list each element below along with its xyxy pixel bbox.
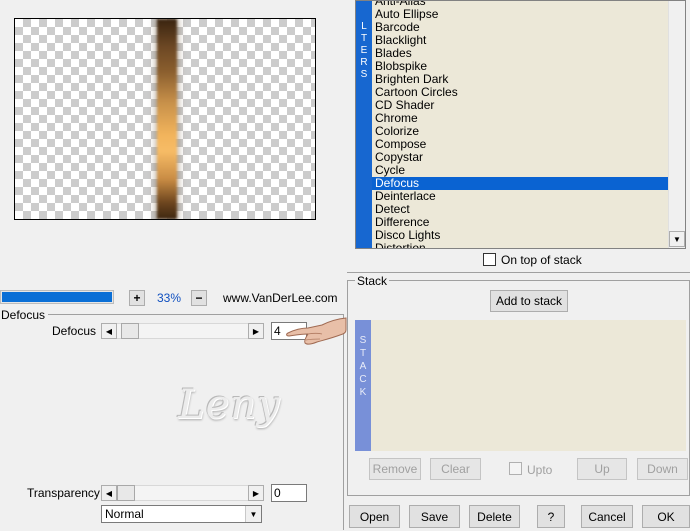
stack-list[interactable]: S T A C K bbox=[355, 320, 686, 451]
arrow-right-icon: ▶ bbox=[252, 326, 260, 336]
strip-letter: S bbox=[360, 69, 368, 80]
plus-icon: + bbox=[133, 291, 141, 305]
zoom-in-button[interactable]: + bbox=[129, 290, 145, 306]
help-button[interactable]: ? bbox=[537, 505, 565, 528]
upto-label: Upto bbox=[527, 463, 553, 477]
render-progress-fill bbox=[2, 292, 112, 302]
preview-image bbox=[157, 19, 177, 219]
minus-icon: − bbox=[195, 291, 203, 305]
stack-side-strip: S T A C K bbox=[355, 320, 371, 451]
transparency-slider-thumb[interactable] bbox=[117, 485, 135, 501]
on-top-of-stack-label: On top of stack bbox=[501, 253, 582, 267]
filter-item[interactable]: Distortion bbox=[372, 242, 669, 249]
filter-item[interactable]: Copystar bbox=[372, 151, 669, 164]
pointing-hand-icon bbox=[286, 317, 347, 345]
strip-letter: K bbox=[359, 387, 367, 398]
zoom-out-button[interactable]: − bbox=[191, 290, 207, 306]
stack-title: Stack bbox=[355, 274, 390, 288]
open-button[interactable]: Open bbox=[349, 505, 400, 528]
transparency-decrease-button[interactable]: ◀ bbox=[101, 485, 117, 501]
transparency-slider-track[interactable] bbox=[117, 485, 248, 501]
defocus-increase-button[interactable]: ▶ bbox=[248, 323, 264, 339]
cancel-button[interactable]: Cancel bbox=[581, 505, 633, 528]
divider bbox=[347, 272, 690, 273]
on-top-of-stack-checkbox[interactable] bbox=[483, 253, 496, 266]
transparency-value-input[interactable]: 0 bbox=[271, 484, 307, 502]
filter-item[interactable]: Blacklight bbox=[372, 34, 669, 47]
arrow-right-icon: ▶ bbox=[252, 488, 260, 498]
filter-list[interactable]: L T E R S Anti-Alias Auto Ellipse Barcode B… bbox=[355, 0, 686, 249]
defocus-slider-thumb[interactable] bbox=[121, 323, 139, 339]
watermark-signature: Leny bbox=[178, 382, 281, 428]
strip-letter: R bbox=[360, 57, 368, 68]
remove-button[interactable]: Remove bbox=[369, 458, 421, 480]
up-button[interactable]: Up bbox=[577, 458, 627, 480]
ok-button[interactable]: OK bbox=[642, 505, 690, 528]
strip-letter: T bbox=[359, 348, 367, 359]
arrow-down-icon: ▼ bbox=[673, 234, 681, 244]
defocus-label: Defocus bbox=[52, 324, 97, 338]
transparency-increase-button[interactable]: ▶ bbox=[248, 485, 264, 501]
strip-letter: T bbox=[360, 33, 368, 44]
down-button[interactable]: Down bbox=[637, 458, 688, 480]
defocus-decrease-button[interactable]: ◀ bbox=[101, 323, 117, 339]
dropdown-arrow-icon[interactable]: ▼ bbox=[245, 506, 261, 522]
preview-canvas[interactable] bbox=[14, 18, 316, 220]
filter-list-scrollbar[interactable]: ▼ bbox=[668, 1, 685, 248]
arrow-left-icon: ◀ bbox=[105, 326, 113, 336]
strip-letter: A bbox=[359, 361, 367, 372]
arrow-left-icon: ◀ bbox=[105, 488, 113, 498]
blend-mode-value: Normal bbox=[105, 507, 144, 521]
strip-letter: L bbox=[361, 21, 367, 32]
filters-side-strip: L T E R S bbox=[356, 1, 372, 248]
filter-item[interactable]: Deinterlace bbox=[372, 190, 669, 203]
scroll-down-button[interactable]: ▼ bbox=[669, 231, 685, 247]
save-button[interactable]: Save bbox=[409, 505, 460, 528]
render-progress-bar bbox=[0, 290, 114, 304]
website-link[interactable]: www.VanDerLee.com bbox=[223, 291, 338, 305]
strip-letter: E bbox=[360, 45, 368, 56]
watermark-text: Leny bbox=[178, 382, 281, 428]
strip-letter: C bbox=[359, 374, 367, 385]
upto-checkbox[interactable] bbox=[509, 462, 522, 475]
transparency-label: Transparency bbox=[27, 486, 100, 500]
zoom-level: 33% bbox=[157, 291, 182, 305]
params-group-label: Defocus bbox=[1, 308, 49, 322]
add-to-stack-button[interactable]: Add to stack bbox=[490, 290, 568, 312]
strip-letter: S bbox=[359, 335, 367, 346]
delete-button[interactable]: Delete bbox=[469, 505, 520, 528]
clear-button[interactable]: Clear bbox=[430, 458, 481, 480]
blend-mode-select[interactable]: Normal ▼ bbox=[101, 505, 262, 523]
